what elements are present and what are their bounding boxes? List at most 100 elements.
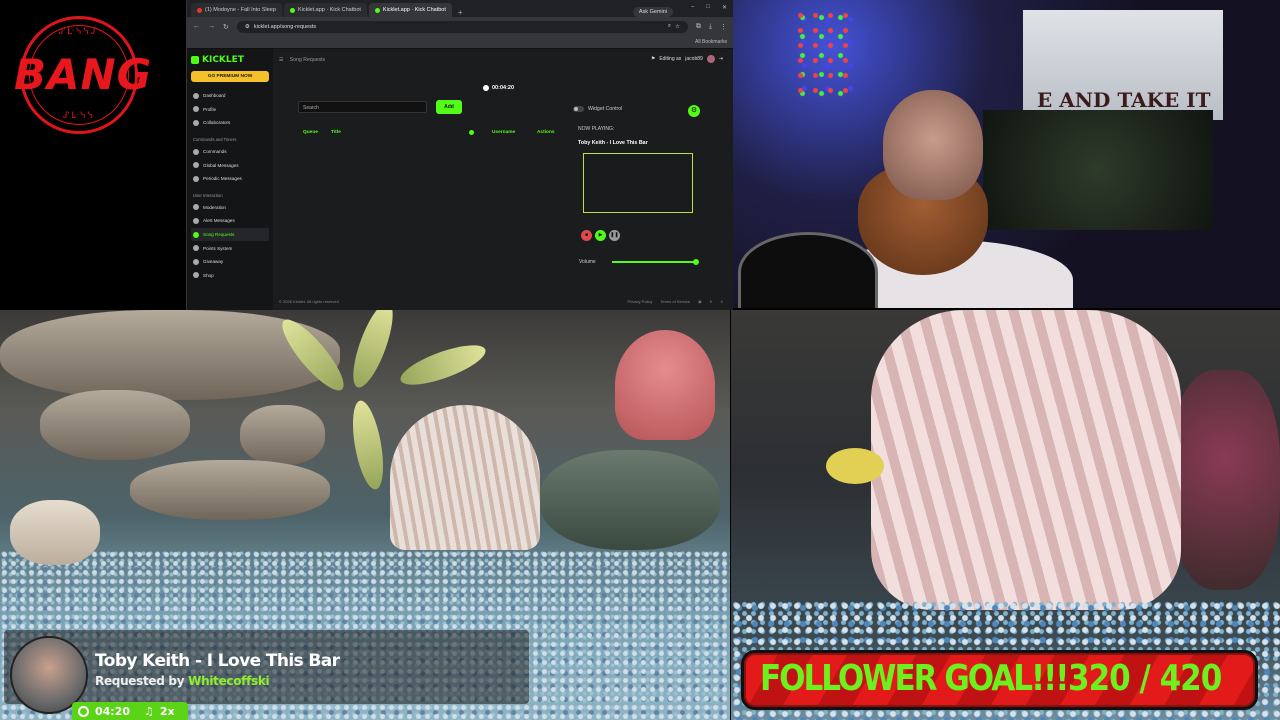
coral-rock: [540, 450, 720, 550]
sidebar: KICKLET GO PREMIUM NOW Dashboard Profile…: [187, 49, 273, 310]
request-count: 2x: [159, 704, 175, 718]
sidebar-item-global-messages[interactable]: Global Messages: [191, 158, 269, 172]
menu-icon[interactable]: ⋮: [720, 23, 727, 31]
sidebar-section-user: User Interaction: [193, 192, 223, 198]
settings-gear-icon[interactable]: ⚙: [688, 105, 700, 117]
flag-icon[interactable]: ⚑: [651, 56, 655, 62]
kicklet-favicon-icon: [374, 7, 380, 13]
kicklet-favicon-icon: [289, 7, 295, 13]
avatar[interactable]: [706, 55, 715, 63]
stop-icon[interactable]: ■: [581, 230, 592, 241]
address-bar-row: ← → ↻ ⚙ kicklet.app/song-requests ⌕ ☆ ⧉ …: [187, 17, 733, 36]
sidebar-item-shop[interactable]: Shop: [191, 269, 269, 283]
yellow-fish: [826, 448, 884, 484]
copyright-text: © 2026 Kicklet. All rights reserved: [279, 299, 339, 304]
column-title: Title: [331, 130, 341, 135]
widget-control-label: Widget Control: [588, 106, 623, 112]
new-tab-icon[interactable]: +: [454, 8, 467, 17]
kicklet-logo[interactable]: KICKLET: [191, 55, 269, 65]
discord-icon[interactable]: ◉: [698, 299, 702, 304]
coral: [1170, 370, 1280, 590]
video-player[interactable]: [583, 153, 693, 213]
poster-text: E AND TAKE IT: [1037, 88, 1211, 112]
browser-tab-active[interactable]: Kicklet.app · Kick Chatbot: [368, 3, 452, 17]
sidebar-item-points-system[interactable]: Points System: [191, 241, 269, 255]
rock: [130, 460, 330, 520]
site-info-icon[interactable]: ⚙: [245, 24, 250, 30]
tab-bar: (1) Modoyne - Fall Into Sleep Kicklet.ap…: [187, 0, 733, 17]
sidebar-item-profile[interactable]: Profile: [191, 103, 269, 117]
sidebar-item-label: Alert Messages: [203, 218, 235, 224]
sidebar-item-label: Shop: [203, 272, 214, 278]
sidebar-item-dashboard[interactable]: Dashboard: [191, 89, 269, 103]
clock-icon: [483, 85, 489, 91]
ask-gemini-button[interactable]: Ask Gemini: [632, 7, 673, 17]
all-bookmarks-link[interactable]: All Bookmarks: [695, 39, 727, 45]
points-icon: [193, 245, 199, 252]
sidebar-toggle-icon[interactable]: ☰: [279, 57, 284, 63]
wall-flag: [983, 110, 1213, 230]
scallop-shell: [390, 405, 540, 550]
sidebar-item-label: Moderation: [203, 204, 226, 210]
widget-control-toggle[interactable]: [573, 106, 584, 112]
url-input[interactable]: ⚙ kicklet.app/song-requests ⌕ ☆: [236, 20, 688, 33]
browser-tab[interactable]: (1) Modoyne - Fall Into Sleep: [191, 3, 282, 17]
x-icon[interactable]: X: [720, 299, 723, 304]
sidebar-item-periodic-messages[interactable]: Periodic Messages: [191, 172, 269, 186]
sidebar-item-label: Collaborators: [203, 120, 231, 126]
page-header: ☰ Song Requests: [279, 57, 325, 63]
editing-user: jacob89: [685, 56, 703, 62]
pause-icon[interactable]: ❚❚: [609, 230, 620, 241]
zoom-icon[interactable]: ⌕: [668, 23, 671, 30]
music-note-icon: ♫: [144, 704, 154, 718]
sidebar-item-commands[interactable]: Commands: [191, 145, 269, 159]
search-input[interactable]: Search: [298, 101, 427, 113]
requested-by-label: Requested by: [95, 674, 185, 688]
editing-as-indicator: ⚑ Editing as jacob89 ⇥: [651, 55, 723, 63]
close-icon[interactable]: ✕: [722, 4, 727, 11]
app-footer: © 2026 Kicklet. All rights reserved Priv…: [279, 299, 723, 304]
back-icon[interactable]: ←: [193, 23, 200, 30]
sidebar-item-collaborators[interactable]: Collaborators: [191, 116, 269, 130]
bookmark-star-icon[interactable]: ☆: [675, 24, 680, 30]
kicklet-app: KICKLET GO PREMIUM NOW Dashboard Profile…: [187, 49, 733, 310]
volume-slider[interactable]: [612, 261, 696, 263]
privacy-policy-link[interactable]: Privacy Policy: [627, 299, 652, 304]
downloads-icon[interactable]: ⤓: [709, 23, 712, 31]
webcam-feed: E AND TAKE IT: [733, 0, 1280, 308]
add-song-button[interactable]: Add: [436, 100, 462, 114]
song-duration: 04:20: [95, 704, 131, 718]
main-content: ☰ Song Requests ⚑ Editing as jacob89 ⇥ 0…: [273, 49, 733, 310]
shop-icon: [193, 272, 199, 279]
minimize-icon[interactable]: –: [691, 4, 694, 11]
queue-timer: 00:04:20: [483, 85, 514, 91]
logout-icon[interactable]: ⇥: [719, 56, 723, 62]
go-premium-button[interactable]: GO PREMIUM NOW: [191, 71, 269, 82]
editing-label: Editing as: [659, 56, 682, 62]
clock-icon: [78, 705, 89, 717]
sidebar-item-alert-messages[interactable]: Alert Messages: [191, 214, 269, 228]
rock: [240, 405, 325, 465]
plant: [347, 398, 389, 492]
column-username: Username: [492, 130, 516, 135]
terms-of-service-link[interactable]: Terms of Service: [660, 299, 690, 304]
extensions-icon[interactable]: ⧉: [696, 23, 701, 31]
now-playing-label: NOW PLAYING:: [578, 126, 615, 132]
sidebar-item-giveaway[interactable]: Giveaway: [191, 255, 269, 269]
browser-tab[interactable]: Kicklet.app · Kick Chatbot: [283, 3, 367, 17]
sidebar-item-moderation[interactable]: Moderation: [191, 201, 269, 215]
reload-icon[interactable]: ↻: [223, 23, 229, 31]
skip-icon[interactable]: ▶: [595, 230, 606, 241]
song-meta-bar: 04:20 ♫ 2x: [72, 702, 188, 720]
microphone: [738, 232, 878, 308]
kick-icon[interactable]: K: [710, 299, 713, 304]
volume-slider-handle[interactable]: [693, 259, 699, 265]
sidebar-item-label: Commands: [203, 149, 227, 155]
sidebar-item-song-requests[interactable]: Song Requests: [191, 227, 269, 242]
maximize-icon[interactable]: □: [706, 4, 710, 11]
octopus-decoration: [615, 330, 715, 440]
forward-icon[interactable]: →: [208, 23, 215, 30]
requested-by: Requested by Whitecoffski: [95, 674, 270, 688]
browser-window: (1) Modoyne - Fall Into Sleep Kicklet.ap…: [186, 0, 733, 310]
sidebar-item-label: Giveaway: [203, 259, 224, 265]
